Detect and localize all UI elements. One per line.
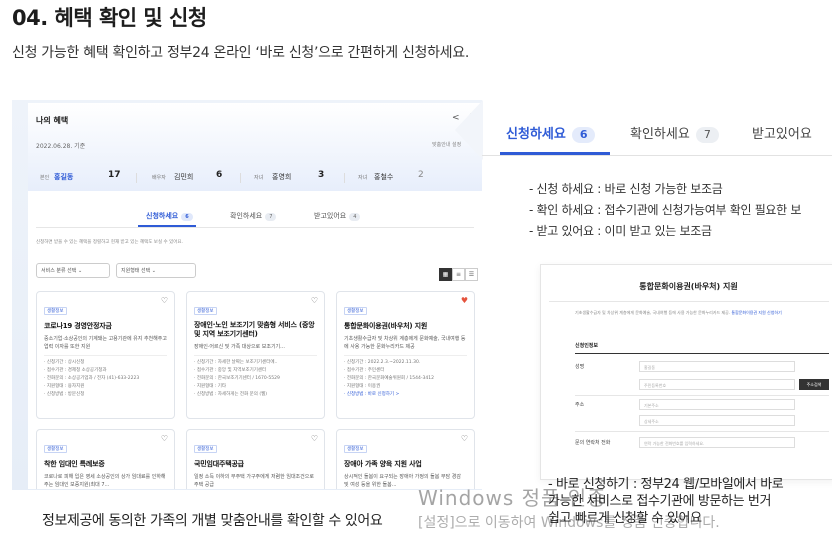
zoom-tab-apply[interactable]: 신청하세요 6 [506,123,596,143]
zoom-connector [455,100,483,160]
apply-now-link[interactable]: · 신청방법 : 바로 신청하기 > [344,391,467,399]
card-title: 장애아 가족 양육 지원 사업 [344,460,422,468]
page-title: 04. 혜택 확인 및 신청 [12,6,207,30]
tab-receiving[interactable]: 받고있어요 4 [314,211,361,221]
benefit-card[interactable]: 생활정보 ♡ 장애아 가족 양육 지원 사업 상시적인 돌봄이 요구되는 장애아 … [336,429,475,489]
card-title: 장애인·노인 보조기기 맞춤형 서비스 (중앙 및 지역 보조기기센터) [194,321,315,338]
panel-title: 나의 혜택 [36,116,69,125]
favorite-icon[interactable]: ♡ [311,434,318,443]
favorite-icon[interactable]: ♡ [161,434,168,443]
name-field[interactable]: 홍길동 [639,361,795,372]
member-count: 2 [418,170,424,180]
favorite-icon[interactable]: ♡ [311,296,318,305]
member-name[interactable]: 홍영희 [272,172,291,182]
favorite-icon[interactable]: ♥ [461,296,468,305]
member-name[interactable]: 홍철수 [374,172,393,182]
page-subtitle: 신청 가능한 혜택 확인하고 정부24 온라인 ‘바로 신청’으로 간편하게 신… [12,45,469,61]
form-section-title: 신청인정보 [575,343,599,349]
tab-description: - 받고 있어요 : 이미 받고 있는 보조금 [529,224,712,238]
card-title: 통합문화이용권(바우처) 지원 [344,322,428,330]
zoom-tab-receiving[interactable]: 받고있어요 [752,123,812,142]
member-role: 배우자 [152,175,166,181]
benefit-card[interactable]: 생활정보 ♡ 장애인·노인 보조기기 맞춤형 서비스 (중앙 및 지역 보조기기센… [186,291,325,419]
reference-date: 2022.06.28. 기준 [36,143,86,150]
grid-view-icon[interactable]: ▦ [439,268,452,281]
phone-field[interactable]: 연락 가능한 전화번호를 입력하세요. [639,437,795,448]
tab-check[interactable]: 확인하세요 7 [230,211,277,221]
address-detail-field[interactable]: 상세주소 [639,415,795,426]
benefit-note: 신청하면 받을 수 있는 혜택을 정렬하고 현재 받고 있는 혜택도 보실 수 … [36,240,183,245]
tab-description: - 신청 하세요 : 바로 신청 가능한 보조금 [529,182,723,196]
application-form-preview: 통합문화이용권(바우처) 지원 기초생활수급자 및 차상위 계층에게 문화예술,… [540,264,832,480]
form-title: 통합문화이용권(바우처) 지원 [639,282,738,291]
zoom-tab-check[interactable]: 확인하세요 7 [630,123,719,143]
address-search-button[interactable]: 주소검색 [799,379,829,390]
resident-number-field[interactable]: 주민등록번호 [639,379,795,390]
support-type-select[interactable]: 지원형태 선택 ⌄ [116,263,196,278]
member-role: 자녀 [358,175,368,181]
card-title: 착한 임대인 특례보증 [44,460,105,468]
my-benefits-panel: 나의 혜택 < ⚙ 2022.06.28. 기준 맞춤안내 설정 본인 홍길동 … [28,103,482,489]
favorite-icon[interactable]: ♡ [461,434,468,443]
benefit-card[interactable]: 생활정보 ♥ 통합문화이용권(바우처) 지원 기초생활수급자 및 차상위 계층에게… [336,291,475,419]
compact-view-icon[interactable]: ☰ [465,268,478,281]
member-count: 17 [108,170,121,180]
member-name[interactable]: 홍길동 [54,172,73,182]
benefit-card[interactable]: 생활정보 ♡ 착한 임대인 특례보증 코로나로 피해 입은 영세 소상공인의 상가… [36,429,175,489]
category-select[interactable]: 서비스 분류 선택 ⌄ [36,263,110,278]
member-count: 6 [216,170,223,180]
tab-description: - 확인 하세요 : 접수기관에 신청가능여부 확인 필요한 보 [529,203,802,217]
member-count: 3 [318,170,325,180]
benefit-card[interactable]: 생활정보 ♡ 국민임대주택공급 일정 소득 이하의 무주택 가구주에게 저렴한 임… [186,429,325,489]
benefit-card[interactable]: 생활정보 ♡ 코로나19 경영안정자금 중소기업·소상공인의 기계돼는 고용기관에… [36,291,175,419]
tab-apply[interactable]: 신청하세요 6 [146,211,193,221]
card-title: 코로나19 경영안정자금 [44,322,112,330]
list-view-icon[interactable]: ≡ [452,268,465,281]
favorite-icon[interactable]: ♡ [161,296,168,305]
apply-now-caption: - 바로 신청하기 : 정부24 웹/모바일에서 바로 가능한 서비스로 접수기… [548,477,784,526]
family-caption: 정보제공에 동의한 가족의 개별 맞춤안내를 확인할 수 있어요 [42,513,383,529]
member-name[interactable]: 김민희 [174,172,193,182]
member-role: 자녀 [254,175,264,181]
family-member-bar: 본인 홍길동 17 배우자 김민희 6 자녀 홍영희 3 자녀 홍철수 2 [28,167,482,187]
member-role: 본인 [40,175,50,181]
address-field[interactable]: 기본주소 [639,399,795,410]
card-title: 국민임대주택공급 [194,460,244,468]
